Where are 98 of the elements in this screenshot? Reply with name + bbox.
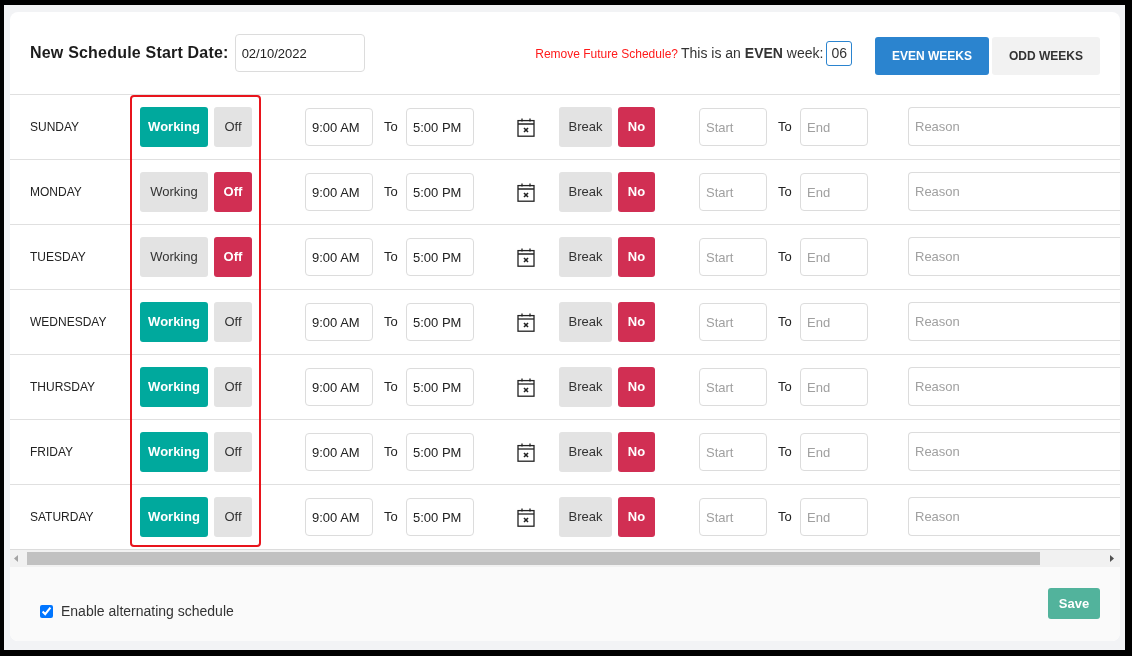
break-toggle[interactable]: Break [559, 237, 612, 277]
off-toggle[interactable]: Off [214, 172, 252, 212]
start-time-field[interactable]: 9:00 AM [305, 498, 373, 536]
end-time-field[interactable]: 5:00 PM [406, 173, 474, 211]
break-end-field[interactable]: End [800, 173, 868, 211]
remove-schedule-link[interactable]: Remove Future Schedule? [535, 45, 678, 63]
break-start-field[interactable]: Start [699, 303, 767, 341]
start-time-field[interactable]: 9:00 AM [305, 368, 373, 406]
no-break-toggle[interactable]: No [618, 107, 655, 147]
week-tab[interactable]: EVEN WEEKS [874, 37, 989, 75]
start-date-field[interactable]: 02/10/2022 [234, 34, 365, 72]
to-label: To [778, 378, 793, 397]
break-start-field[interactable]: Start [699, 368, 767, 406]
working-toggle[interactable]: Working [140, 172, 208, 212]
working-toggle[interactable]: Working [140, 237, 208, 277]
off-toggle[interactable]: Off [214, 237, 252, 277]
calendar-x-icon[interactable] [517, 442, 535, 462]
off-toggle[interactable]: Off [214, 432, 252, 472]
to-label: To [384, 118, 399, 137]
no-break-toggle[interactable]: No [618, 497, 655, 537]
end-time-field[interactable]: 5:00 PM [406, 303, 474, 341]
day-label: THURSDAY [30, 379, 97, 396]
no-break-toggle[interactable]: No [618, 237, 655, 277]
break-end-field[interactable]: End [800, 303, 868, 341]
checkbox-label: Enable alternating schedule [61, 602, 234, 621]
calendar-x-icon[interactable] [517, 247, 535, 267]
end-time-field[interactable]: 5:00 PM [406, 368, 474, 406]
start-time-field[interactable]: 9:00 AM [305, 238, 373, 276]
break-toggle[interactable]: Break [559, 107, 612, 147]
break-end-field[interactable]: End [800, 433, 868, 471]
reason-field[interactable]: Reason [908, 171, 1120, 211]
to-label: To [384, 313, 399, 332]
scrollbar-thumb[interactable] [27, 552, 1040, 565]
no-break-toggle[interactable]: No [618, 302, 655, 342]
break-end-field[interactable]: End [800, 108, 868, 146]
no-break-toggle[interactable]: No [618, 432, 655, 472]
break-toggle[interactable]: Break [559, 172, 612, 212]
page-title: New Schedule Start Date: [30, 43, 229, 63]
to-label: To [778, 508, 793, 527]
to-label: To [778, 118, 793, 137]
to-label: To [778, 248, 793, 267]
reason-field[interactable]: Reason [908, 236, 1120, 276]
calendar-x-icon[interactable] [517, 507, 535, 527]
horizontal-scrollbar[interactable] [10, 549, 1120, 567]
end-time-field[interactable]: 5:00 PM [406, 108, 474, 146]
start-time-field[interactable]: 9:00 AM [305, 433, 373, 471]
day-label: SUNDAY [30, 119, 81, 136]
to-label: To [384, 443, 399, 462]
week-notice: This is an EVEN week: [681, 43, 824, 63]
break-toggle[interactable]: Break [559, 432, 612, 472]
reason-field[interactable]: Reason [908, 366, 1120, 406]
reason-field[interactable]: Reason [908, 106, 1120, 146]
end-time-field[interactable]: 5:00 PM [406, 238, 474, 276]
break-toggle[interactable]: Break [559, 497, 612, 537]
reason-field[interactable]: Reason [908, 301, 1120, 341]
reason-field[interactable]: Reason [908, 431, 1120, 471]
day-label: MONDAY [30, 184, 83, 201]
off-toggle[interactable]: Off [214, 107, 252, 147]
alternating-checkbox[interactable] [40, 605, 53, 618]
off-toggle[interactable]: Off [214, 497, 252, 537]
day-label: SATURDAY [30, 509, 95, 526]
off-toggle[interactable]: Off [214, 367, 252, 407]
break-end-field[interactable]: End [800, 238, 868, 276]
day-label: WEDNESDAY [30, 314, 108, 331]
to-label: To [384, 378, 399, 397]
start-time-field[interactable]: 9:00 AM [305, 108, 373, 146]
break-start-field[interactable]: Start [699, 108, 767, 146]
calendar-x-icon[interactable] [517, 377, 535, 397]
break-end-field[interactable]: End [800, 498, 868, 536]
day-label: TUESDAY [30, 249, 87, 266]
reason-field[interactable]: Reason [908, 496, 1120, 536]
break-toggle[interactable]: Break [559, 302, 612, 342]
start-time-field[interactable]: 9:00 AM [305, 303, 373, 341]
calendar-x-icon[interactable] [517, 117, 535, 137]
week-number: 06 [826, 40, 852, 66]
week-tab[interactable]: ODD WEEKS [992, 37, 1100, 75]
to-label: To [778, 313, 793, 332]
calendar-x-icon[interactable] [517, 182, 535, 202]
scroll-right-icon[interactable] [1110, 555, 1114, 562]
break-start-field[interactable]: Start [699, 238, 767, 276]
calendar-x-icon[interactable] [517, 312, 535, 332]
to-label: To [384, 248, 399, 267]
break-start-field[interactable]: Start [699, 173, 767, 211]
to-label: To [778, 183, 793, 202]
break-start-field[interactable]: Start [699, 498, 767, 536]
no-break-toggle[interactable]: No [618, 367, 655, 407]
break-end-field[interactable]: End [800, 368, 868, 406]
to-label: To [384, 508, 399, 527]
off-toggle[interactable]: Off [214, 302, 252, 342]
day-label: FRIDAY [30, 444, 75, 461]
break-start-field[interactable]: Start [699, 433, 767, 471]
end-time-field[interactable]: 5:00 PM [406, 433, 474, 471]
end-time-field[interactable]: 5:00 PM [406, 498, 474, 536]
start-time-field[interactable]: 9:00 AM [305, 173, 373, 211]
to-label: To [384, 183, 399, 202]
break-toggle[interactable]: Break [559, 367, 612, 407]
no-break-toggle[interactable]: No [618, 172, 655, 212]
to-label: To [778, 443, 793, 462]
